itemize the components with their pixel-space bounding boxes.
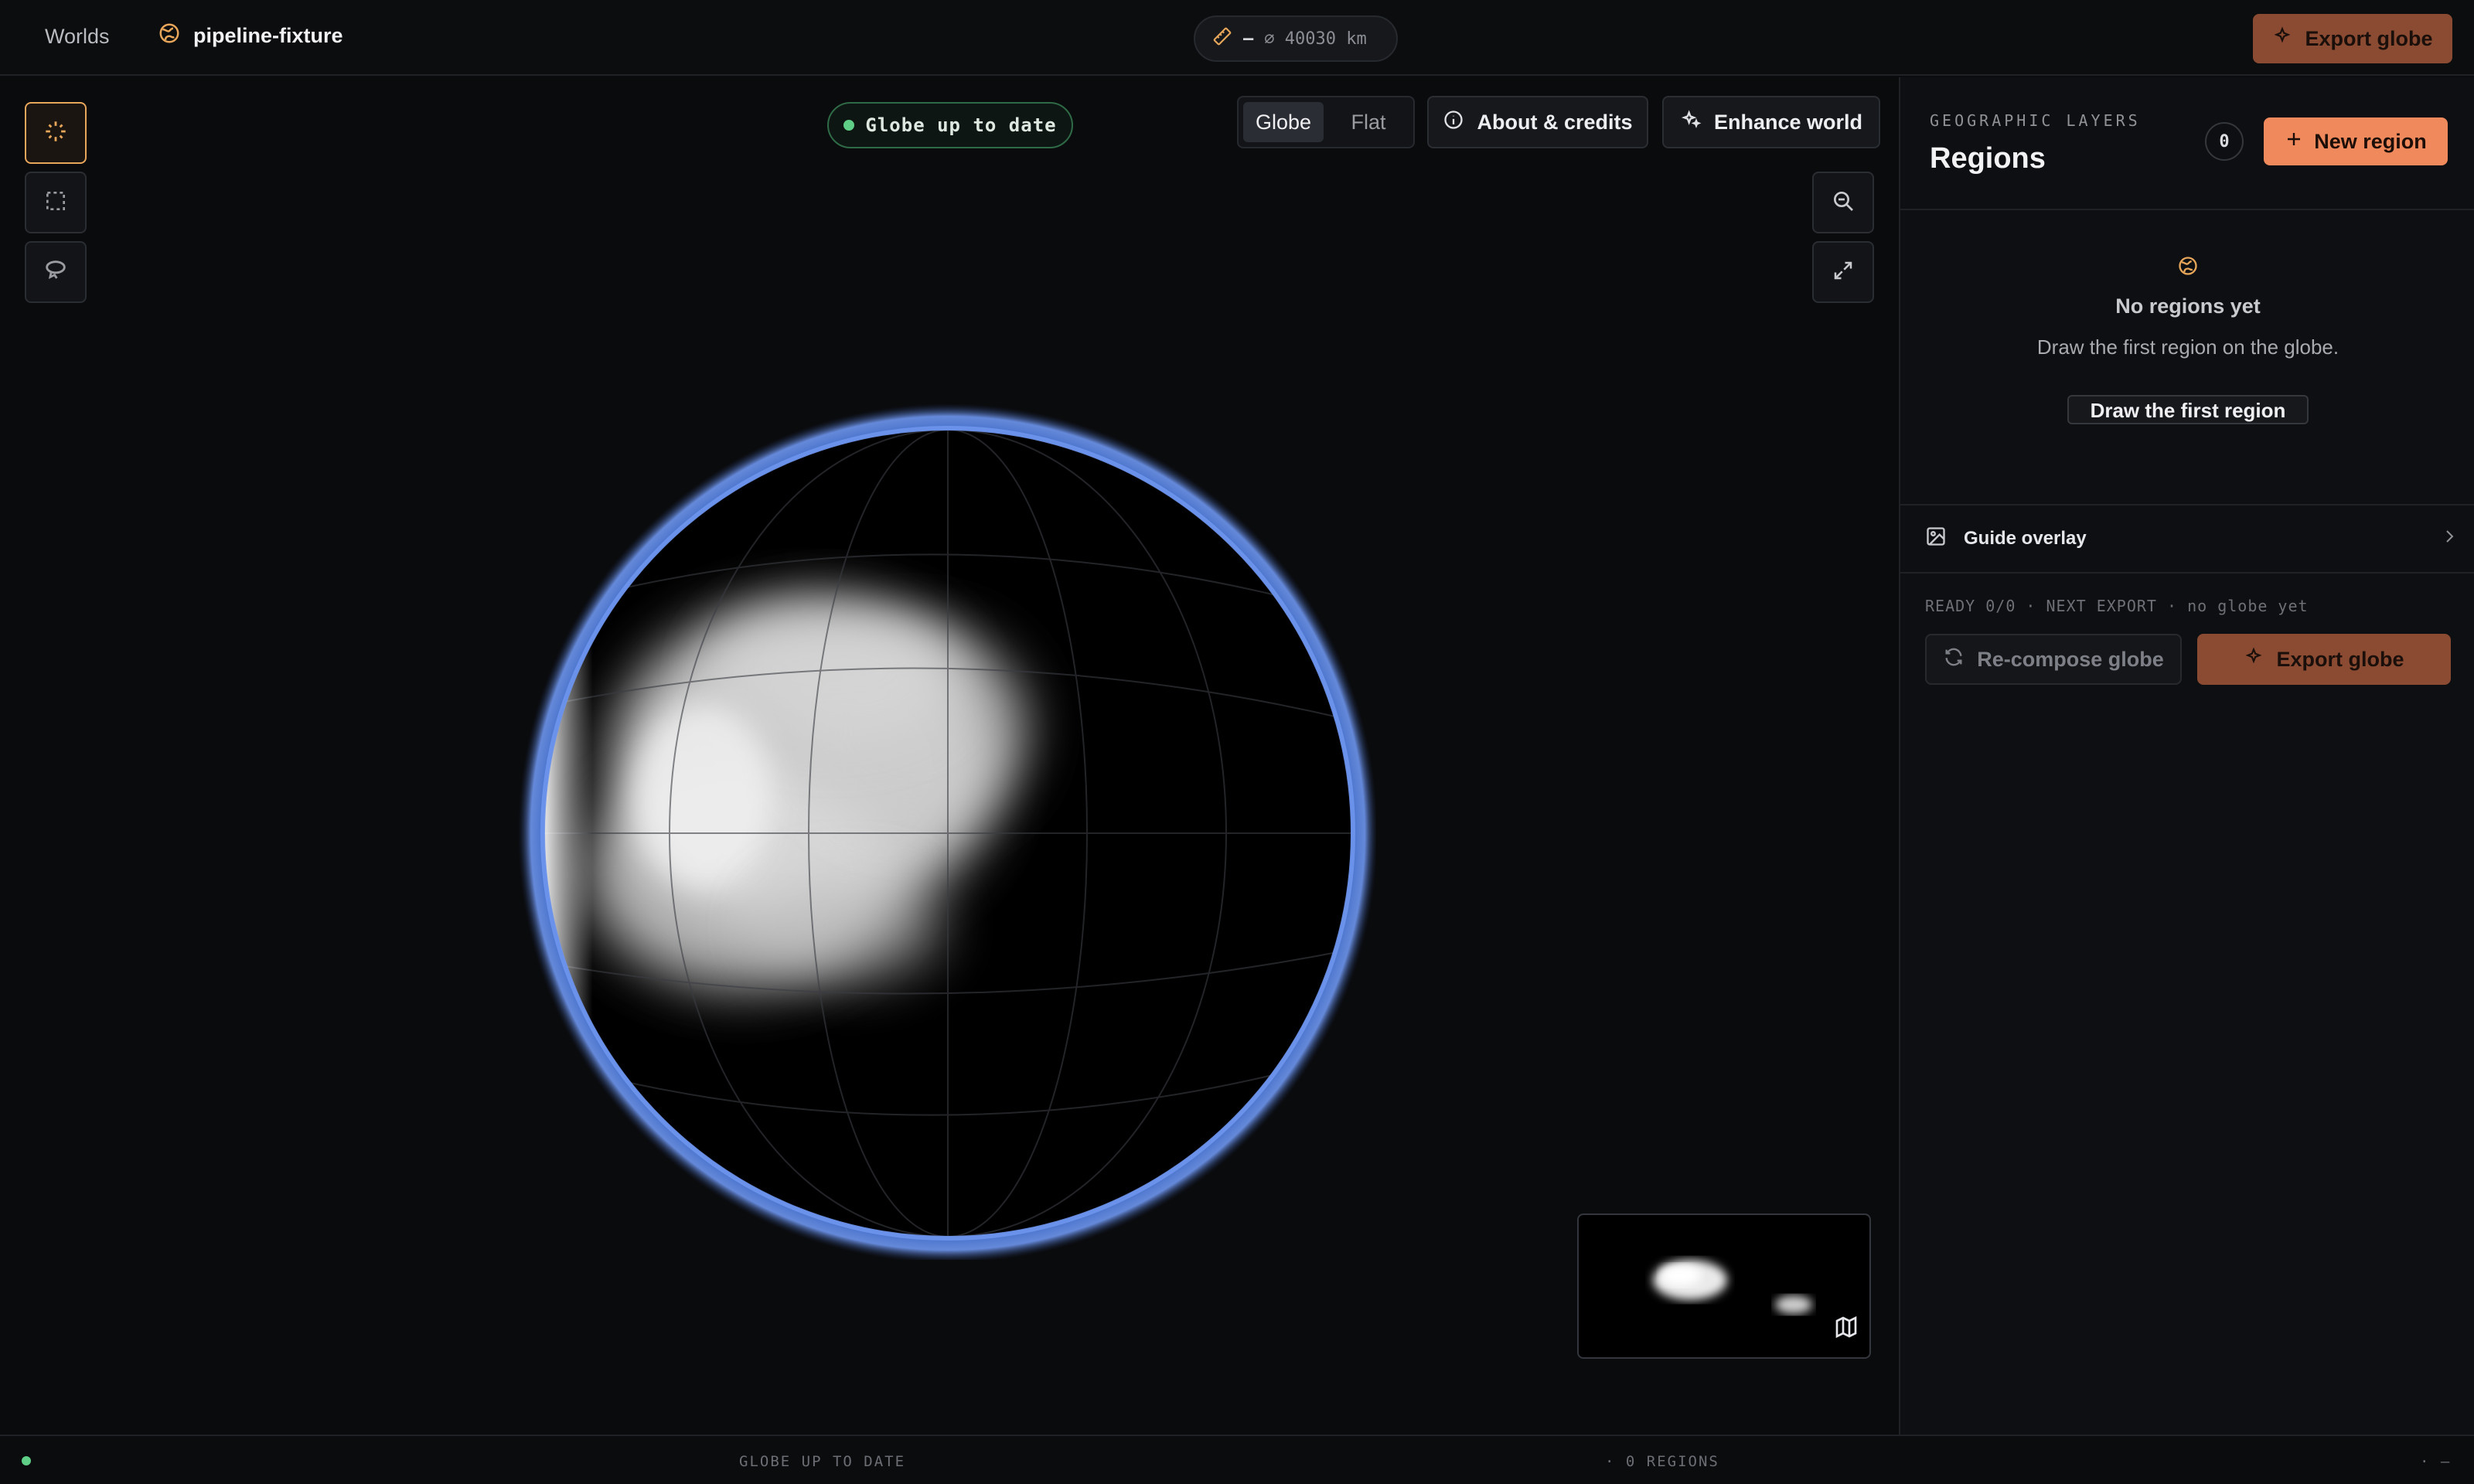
- zoom-out-icon: [1831, 189, 1855, 217]
- plus-icon: [2285, 130, 2303, 154]
- lasso-icon: [43, 257, 69, 288]
- new-region-label: New region: [2314, 129, 2427, 153]
- about-credits-label: About & credits: [1477, 110, 1633, 134]
- expand-icon: [1832, 259, 1855, 286]
- info-icon: [1443, 109, 1464, 136]
- panel-export-globe-button[interactable]: Export globe: [2197, 634, 2451, 685]
- status-text: Globe up to date: [865, 114, 1057, 136]
- ruler-icon: [1212, 26, 1232, 51]
- footer-end: · —: [2420, 1453, 2452, 1470]
- divider: [1900, 572, 2474, 574]
- panel-export-globe-label: Export globe: [2276, 647, 2404, 671]
- fullscreen-button[interactable]: [1812, 241, 1874, 303]
- panel-header: GEOGRAPHIC LAYERS Regions 0 New region: [1900, 77, 2474, 210]
- export-globe-button[interactable]: Export globe: [2253, 14, 2452, 63]
- recompose-globe-label: Re-compose globe: [1977, 647, 2164, 671]
- empty-state: No regions yet Draw the first region on …: [1900, 255, 2474, 424]
- status-dot: [843, 120, 855, 131]
- globe-icon: [2177, 257, 2199, 280]
- panel-title: Regions: [1930, 142, 2046, 175]
- globe-canvas[interactable]: Globe up to date Globe Flat About & cred…: [0, 77, 1899, 1435]
- orbit-tool[interactable]: [25, 102, 87, 164]
- export-globe-label: Export globe: [2305, 26, 2433, 50]
- enhance-world-label: Enhance world: [1713, 110, 1863, 134]
- footer-status-dot: [22, 1456, 31, 1465]
- worlds-link[interactable]: Worlds: [45, 25, 110, 49]
- project-name: pipeline-fixture: [193, 24, 343, 47]
- view-mode-flat[interactable]: Flat: [1328, 102, 1409, 142]
- globe[interactable]: [510, 394, 1376, 1260]
- enhance-world-button[interactable]: Enhance world: [1662, 96, 1880, 148]
- minimap-preview: [1653, 1260, 1812, 1314]
- scale-dash: —: [1243, 29, 1254, 49]
- guide-overlay-label: Guide overlay: [1964, 528, 2087, 549]
- chevron-right-icon: [2440, 527, 2459, 551]
- status-footer: GLOBE UP TO DATE · 0 REGIONS · —: [0, 1435, 2474, 1484]
- scale-indicator: — ⌀ 40030 km: [1194, 15, 1398, 62]
- image-icon: [1925, 526, 1947, 553]
- regions-panel: GEOGRAPHIC LAYERS Regions 0 New region N…: [1899, 77, 2474, 1435]
- empty-subtitle: Draw the first region on the globe.: [2036, 335, 2339, 359]
- panel-eyebrow: GEOGRAPHIC LAYERS: [1930, 111, 2141, 130]
- sparkles-icon: [2244, 646, 2264, 672]
- sparkles-icon: [2272, 26, 2292, 52]
- divider: [1900, 504, 2474, 505]
- empty-title: No regions yet: [2115, 294, 2261, 318]
- map-icon[interactable]: [1834, 1315, 1859, 1343]
- footer-status: GLOBE UP TO DATE: [739, 1453, 906, 1470]
- region-count-badge: 0: [2205, 122, 2244, 161]
- recompose-globe-button[interactable]: Re-compose globe: [1925, 634, 2182, 685]
- scale-value: ⌀ 40030 km: [1264, 29, 1367, 49]
- globe-icon: [158, 22, 181, 50]
- select-rect-icon: [43, 189, 68, 217]
- orbit-icon: [43, 118, 69, 148]
- select-rect-tool[interactable]: [25, 172, 87, 233]
- globe-status-pill: Globe up to date: [827, 102, 1073, 148]
- new-region-button[interactable]: New region: [2264, 117, 2448, 165]
- draw-first-region-button[interactable]: Draw the first region: [2067, 395, 2309, 424]
- about-credits-button[interactable]: About & credits: [1427, 96, 1648, 148]
- refresh-icon: [1943, 646, 1965, 673]
- top-bar: Worlds pipeline-fixture — ⌀ 40030 km Exp…: [0, 0, 2474, 76]
- sparkles-icon: [1680, 109, 1702, 136]
- view-mode-toggle[interactable]: Globe Flat: [1237, 96, 1415, 148]
- view-mode-globe[interactable]: Globe: [1243, 102, 1324, 142]
- footer-region-count: · 0 REGIONS: [1605, 1453, 1719, 1470]
- minimap[interactable]: [1577, 1213, 1871, 1359]
- guide-overlay-row[interactable]: Guide overlay: [1925, 519, 2459, 558]
- terminator-rim: [544, 430, 1351, 1237]
- lasso-tool[interactable]: [25, 241, 87, 303]
- project-breadcrumb[interactable]: pipeline-fixture: [158, 22, 343, 50]
- export-readiness: READY 0/0 · NEXT EXPORT · no globe yet: [1925, 597, 2309, 615]
- zoom-out-button[interactable]: [1812, 172, 1874, 233]
